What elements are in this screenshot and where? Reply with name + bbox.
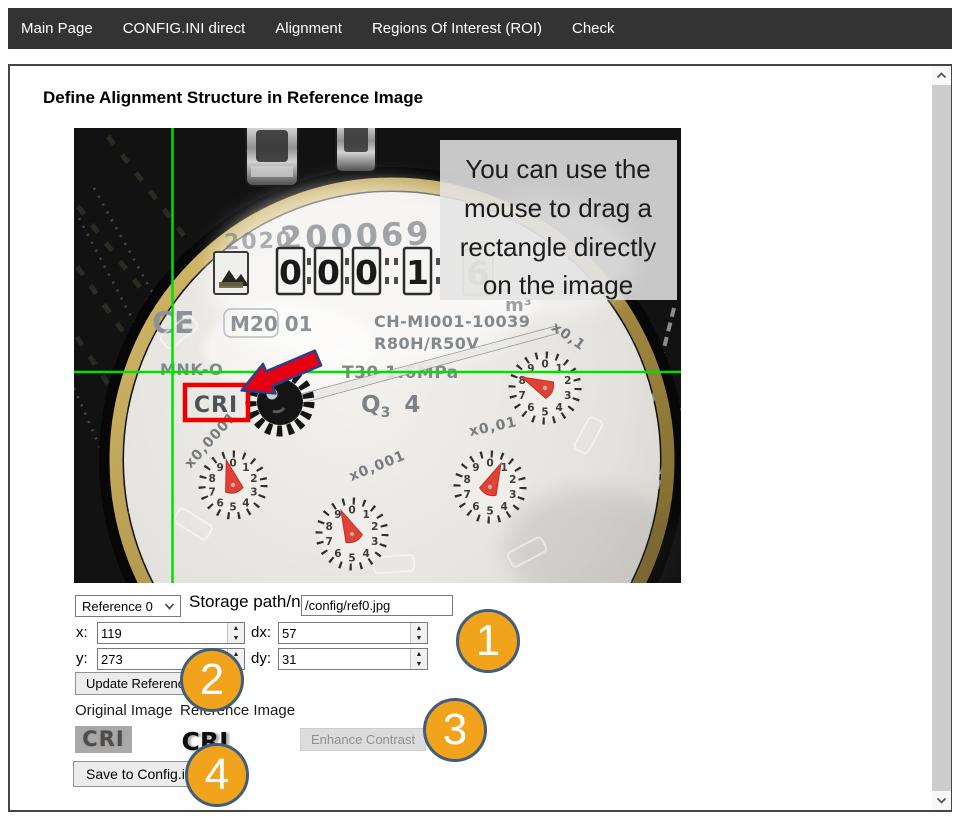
dy-input-field[interactable] bbox=[279, 649, 410, 669]
svg-text:8: 8 bbox=[464, 474, 471, 486]
svg-text:3: 3 bbox=[371, 536, 378, 548]
svg-text:5: 5 bbox=[229, 502, 236, 514]
nav-item-check[interactable]: Check bbox=[557, 20, 630, 37]
svg-text:on the image: on the image bbox=[483, 270, 633, 300]
alignment-marker-text: CRI bbox=[194, 393, 238, 418]
svg-text:7: 7 bbox=[464, 489, 471, 501]
svg-text:2: 2 bbox=[509, 474, 516, 486]
model-code: CH-MI001-10039 bbox=[374, 312, 530, 331]
svg-text:6: 6 bbox=[216, 497, 223, 509]
svg-text:1: 1 bbox=[362, 509, 369, 521]
spinner-down-icon[interactable]: ▼ bbox=[411, 659, 427, 669]
svg-text:0: 0 bbox=[348, 505, 355, 517]
meter-dial: 012 34567 89 bbox=[319, 501, 385, 567]
scroll-up-button[interactable] bbox=[932, 66, 951, 85]
svg-text:8: 8 bbox=[326, 521, 333, 533]
reference-select-value: Reference 0 bbox=[82, 599, 153, 614]
original-crop-thumbnail: CRI bbox=[75, 726, 132, 753]
svg-text:You can use the: You can use the bbox=[465, 154, 651, 184]
svg-text:7: 7 bbox=[326, 536, 333, 548]
meter-clip-icon bbox=[336, 128, 376, 172]
spinner-up-icon[interactable]: ▲ bbox=[411, 649, 427, 659]
svg-text:0: 0 bbox=[486, 458, 493, 470]
step-badge-2: 2 bbox=[180, 648, 244, 712]
original-image-label: Original Image bbox=[75, 702, 173, 719]
svg-text:4: 4 bbox=[500, 501, 507, 513]
dy-field-label: dy: bbox=[251, 650, 271, 667]
svg-text:5: 5 bbox=[348, 553, 355, 565]
reference-select[interactable]: Reference 0 bbox=[75, 595, 181, 617]
image-tooltip: You can use the mouse to drag a rectangl… bbox=[440, 140, 677, 300]
svg-text:9: 9 bbox=[472, 462, 479, 474]
svg-text:4: 4 bbox=[555, 402, 562, 414]
dy-input: ▲▼ bbox=[278, 648, 428, 670]
dx-input-field[interactable] bbox=[279, 623, 410, 643]
dx-field-label: dx: bbox=[251, 624, 271, 641]
svg-text:5: 5 bbox=[541, 407, 548, 419]
svg-text:4: 4 bbox=[242, 497, 249, 509]
enhance-contrast-button[interactable]: Enhance Contrast bbox=[300, 728, 426, 751]
svg-text:4: 4 bbox=[362, 548, 369, 560]
x-input: ▲▼ bbox=[97, 622, 245, 644]
svg-text:M20 01: M20 01 bbox=[230, 312, 313, 336]
dx-input: ▲▼ bbox=[278, 622, 428, 644]
meter-dial: 0123456789 bbox=[202, 454, 264, 516]
step-badge-1: 1 bbox=[456, 609, 520, 673]
vertical-scrollbar[interactable] bbox=[932, 66, 951, 810]
svg-text:9: 9 bbox=[334, 509, 341, 521]
svg-text:3: 3 bbox=[564, 390, 571, 402]
svg-text:7: 7 bbox=[208, 486, 215, 498]
svg-text:0: 0 bbox=[541, 359, 548, 371]
step-badge-3: 3 bbox=[423, 698, 487, 762]
svg-text:3: 3 bbox=[250, 486, 257, 498]
step-badge-4: 4 bbox=[185, 743, 249, 807]
svg-text:0: 0 bbox=[317, 253, 340, 292]
page-title: Define Alignment Structure in Reference … bbox=[43, 88, 423, 108]
meter-clip-icon bbox=[246, 128, 298, 186]
spinner-down-icon[interactable]: ▼ bbox=[411, 633, 427, 643]
spinner-up-icon[interactable]: ▲ bbox=[411, 623, 427, 633]
svg-text:9: 9 bbox=[527, 363, 534, 375]
svg-text:1: 1 bbox=[555, 363, 562, 375]
storage-path-input[interactable] bbox=[301, 595, 453, 616]
svg-text:2: 2 bbox=[564, 375, 571, 387]
svg-text:0: 0 bbox=[279, 253, 302, 292]
svg-text:R80H/R50V: R80H/R50V bbox=[374, 334, 479, 353]
x-input-field[interactable] bbox=[98, 623, 227, 643]
nav-item-alignment[interactable]: Alignment bbox=[260, 20, 357, 37]
svg-text:mouse to drag a: mouse to drag a bbox=[464, 193, 652, 223]
top-navbar: Main Page CONFIG.INI direct Alignment Re… bbox=[8, 8, 952, 49]
y-field-label: y: bbox=[76, 650, 88, 667]
svg-text:1: 1 bbox=[500, 462, 507, 474]
nav-item-main-page[interactable]: Main Page bbox=[8, 20, 108, 37]
svg-text:5: 5 bbox=[486, 506, 493, 518]
scroll-down-button[interactable] bbox=[932, 791, 951, 810]
svg-text:1: 1 bbox=[406, 253, 429, 292]
svg-text:1: 1 bbox=[242, 462, 249, 474]
spinner-up-icon[interactable]: ▲ bbox=[228, 623, 244, 633]
svg-text:3: 3 bbox=[509, 489, 516, 501]
nav-item-roi[interactable]: Regions Of Interest (ROI) bbox=[357, 20, 557, 37]
svg-text:8: 8 bbox=[208, 473, 215, 485]
svg-text:6: 6 bbox=[334, 548, 341, 560]
meter-dial: 012 34567 89 bbox=[457, 454, 523, 520]
chevron-down-icon bbox=[936, 797, 947, 804]
scrollbar-thumb[interactable] bbox=[932, 85, 951, 791]
svg-text:2: 2 bbox=[250, 473, 257, 485]
x-field-label: x: bbox=[76, 624, 88, 641]
nav-item-config-ini[interactable]: CONFIG.INI direct bbox=[108, 20, 261, 37]
svg-text:rectangle directly: rectangle directly bbox=[460, 232, 657, 262]
svg-text:7: 7 bbox=[519, 390, 526, 402]
svg-text:9: 9 bbox=[216, 462, 223, 474]
svg-text:2: 2 bbox=[371, 521, 378, 533]
svg-text:6: 6 bbox=[527, 402, 534, 414]
spinner-down-icon[interactable]: ▼ bbox=[228, 633, 244, 643]
chevron-down-icon bbox=[164, 603, 175, 610]
svg-text:6: 6 bbox=[472, 501, 479, 513]
chevron-up-icon bbox=[936, 72, 947, 79]
svg-text:MNK-O: MNK-O bbox=[160, 360, 223, 379]
reference-image[interactable]: 2020 200069 0 0 0 1 6 m³ CE M20 01 CH-MI… bbox=[74, 128, 681, 583]
svg-text:0: 0 bbox=[355, 253, 378, 292]
meter-dial: 0123456789 bbox=[512, 355, 578, 421]
